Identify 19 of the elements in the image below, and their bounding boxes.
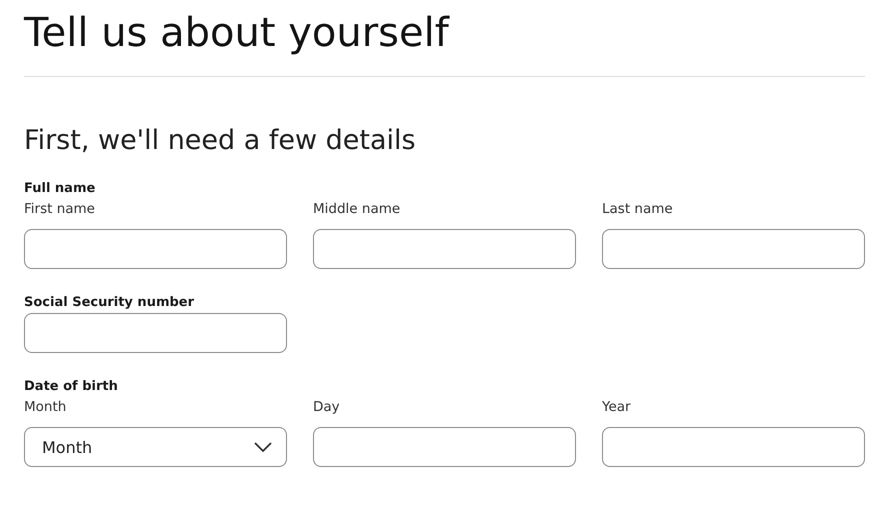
field-label: Year <box>602 398 632 417</box>
field-label: First name <box>24 200 96 219</box>
input-field[interactable] <box>313 229 576 269</box>
input-field[interactable] <box>602 229 865 269</box>
field-label: Middle name <box>313 200 402 219</box>
group-label: Full name <box>24 180 96 198</box>
field-label: Day <box>313 398 341 417</box>
input-field[interactable] <box>24 229 287 269</box>
group-label: Date of birth <box>24 378 119 396</box>
field-label: Month <box>24 398 68 417</box>
chevron-down-icon <box>254 442 272 452</box>
input-field[interactable] <box>602 427 865 467</box>
section-heading: First, we'll need a few details <box>24 124 417 158</box>
month-select[interactable]: Month <box>24 427 287 467</box>
page-title: Tell us about yourself <box>24 9 451 58</box>
input-field[interactable] <box>313 427 576 467</box>
field-label: Last name <box>602 200 674 219</box>
group-label: Social Security number <box>24 294 196 312</box>
input-field[interactable] <box>24 313 287 353</box>
